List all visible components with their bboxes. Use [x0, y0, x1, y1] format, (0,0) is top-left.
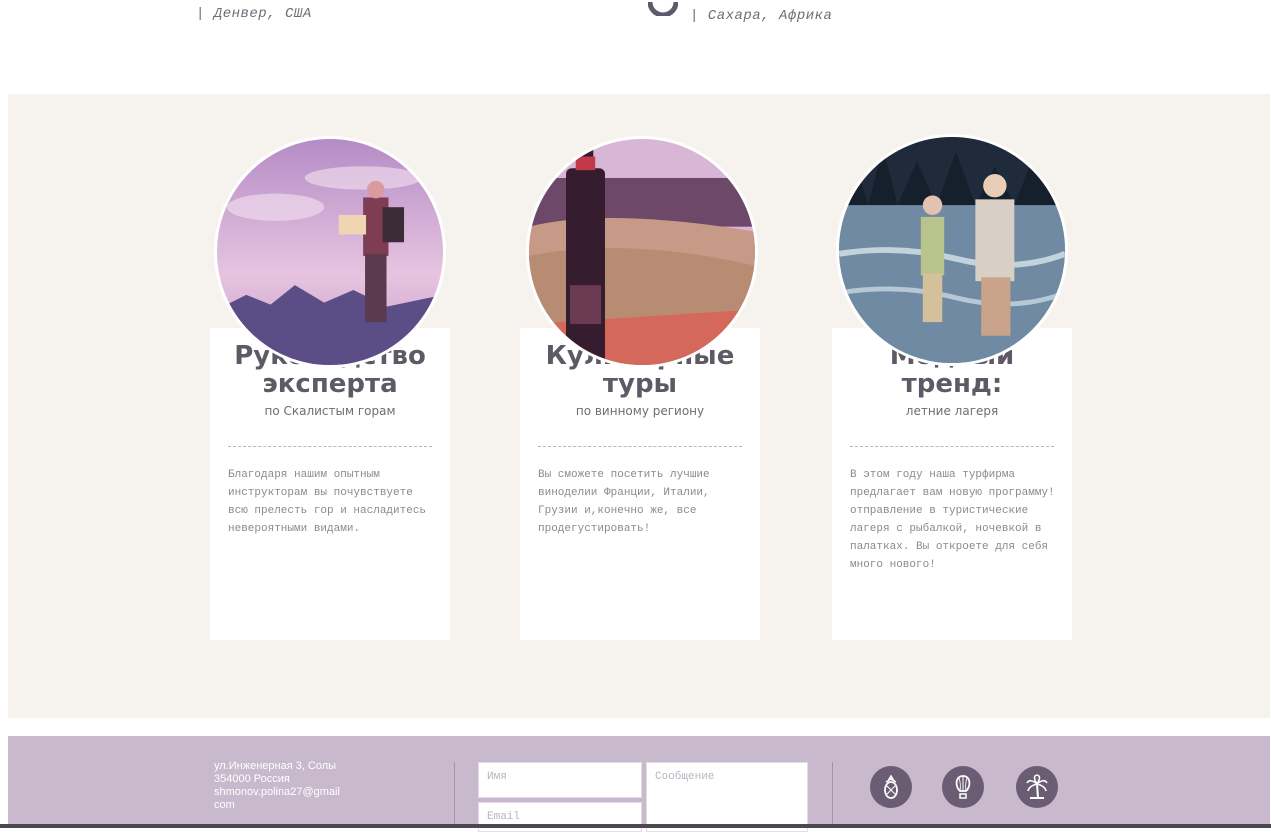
- footer-divider: [454, 762, 455, 824]
- vineyard-wine-photo: [526, 136, 758, 368]
- hot-air-balloon-icon[interactable]: [942, 766, 984, 808]
- pineapple-icon[interactable]: [870, 766, 912, 808]
- location-denver: | Денвер, США: [196, 6, 312, 22]
- card-subtitle: по винному региону: [575, 404, 705, 418]
- card-divider: [850, 446, 1054, 447]
- tour-card-summer-camps[interactable]: Модныйтренд: летние лагеря В этом году н…: [832, 328, 1072, 640]
- tour-card-culinary[interactable]: Кулинарныетуры по винному региону Вы смо…: [520, 328, 760, 640]
- top-strip: | Денвер, США | Сахара, Африка: [0, 0, 1271, 94]
- message-input[interactable]: Сообщение: [646, 762, 808, 832]
- hiker-photo: [214, 136, 446, 368]
- palm-tree-icon[interactable]: [1016, 766, 1058, 808]
- card-subtitle: летние лагеря: [905, 404, 999, 418]
- card-divider: [538, 446, 742, 447]
- card-subtitle: по Скалистым горам: [264, 404, 396, 418]
- footer-divider: [832, 762, 833, 824]
- location-sahara: | Сахара, Африка: [690, 8, 833, 24]
- card-text: В этом году наша турфирма предлагает вам…: [850, 469, 1055, 571]
- card-divider: [228, 446, 432, 447]
- location-pin-icon: [648, 1, 678, 16]
- page-bottom-bar: [0, 824, 1271, 828]
- name-input[interactable]: Имя: [478, 762, 642, 798]
- tour-card-expert-guide[interactable]: Руководствоэксперта по Скалистым горам Б…: [210, 328, 450, 640]
- card-text: Вы сможете посетить лучшие виноделии Фра…: [538, 469, 710, 535]
- footer-address: ул.Инженерная 3, Солы 354000 Россия shmo…: [214, 760, 340, 811]
- card-text: Благодаря нашим опытным инструкторам вы …: [228, 469, 427, 535]
- fishing-photo: [836, 134, 1068, 366]
